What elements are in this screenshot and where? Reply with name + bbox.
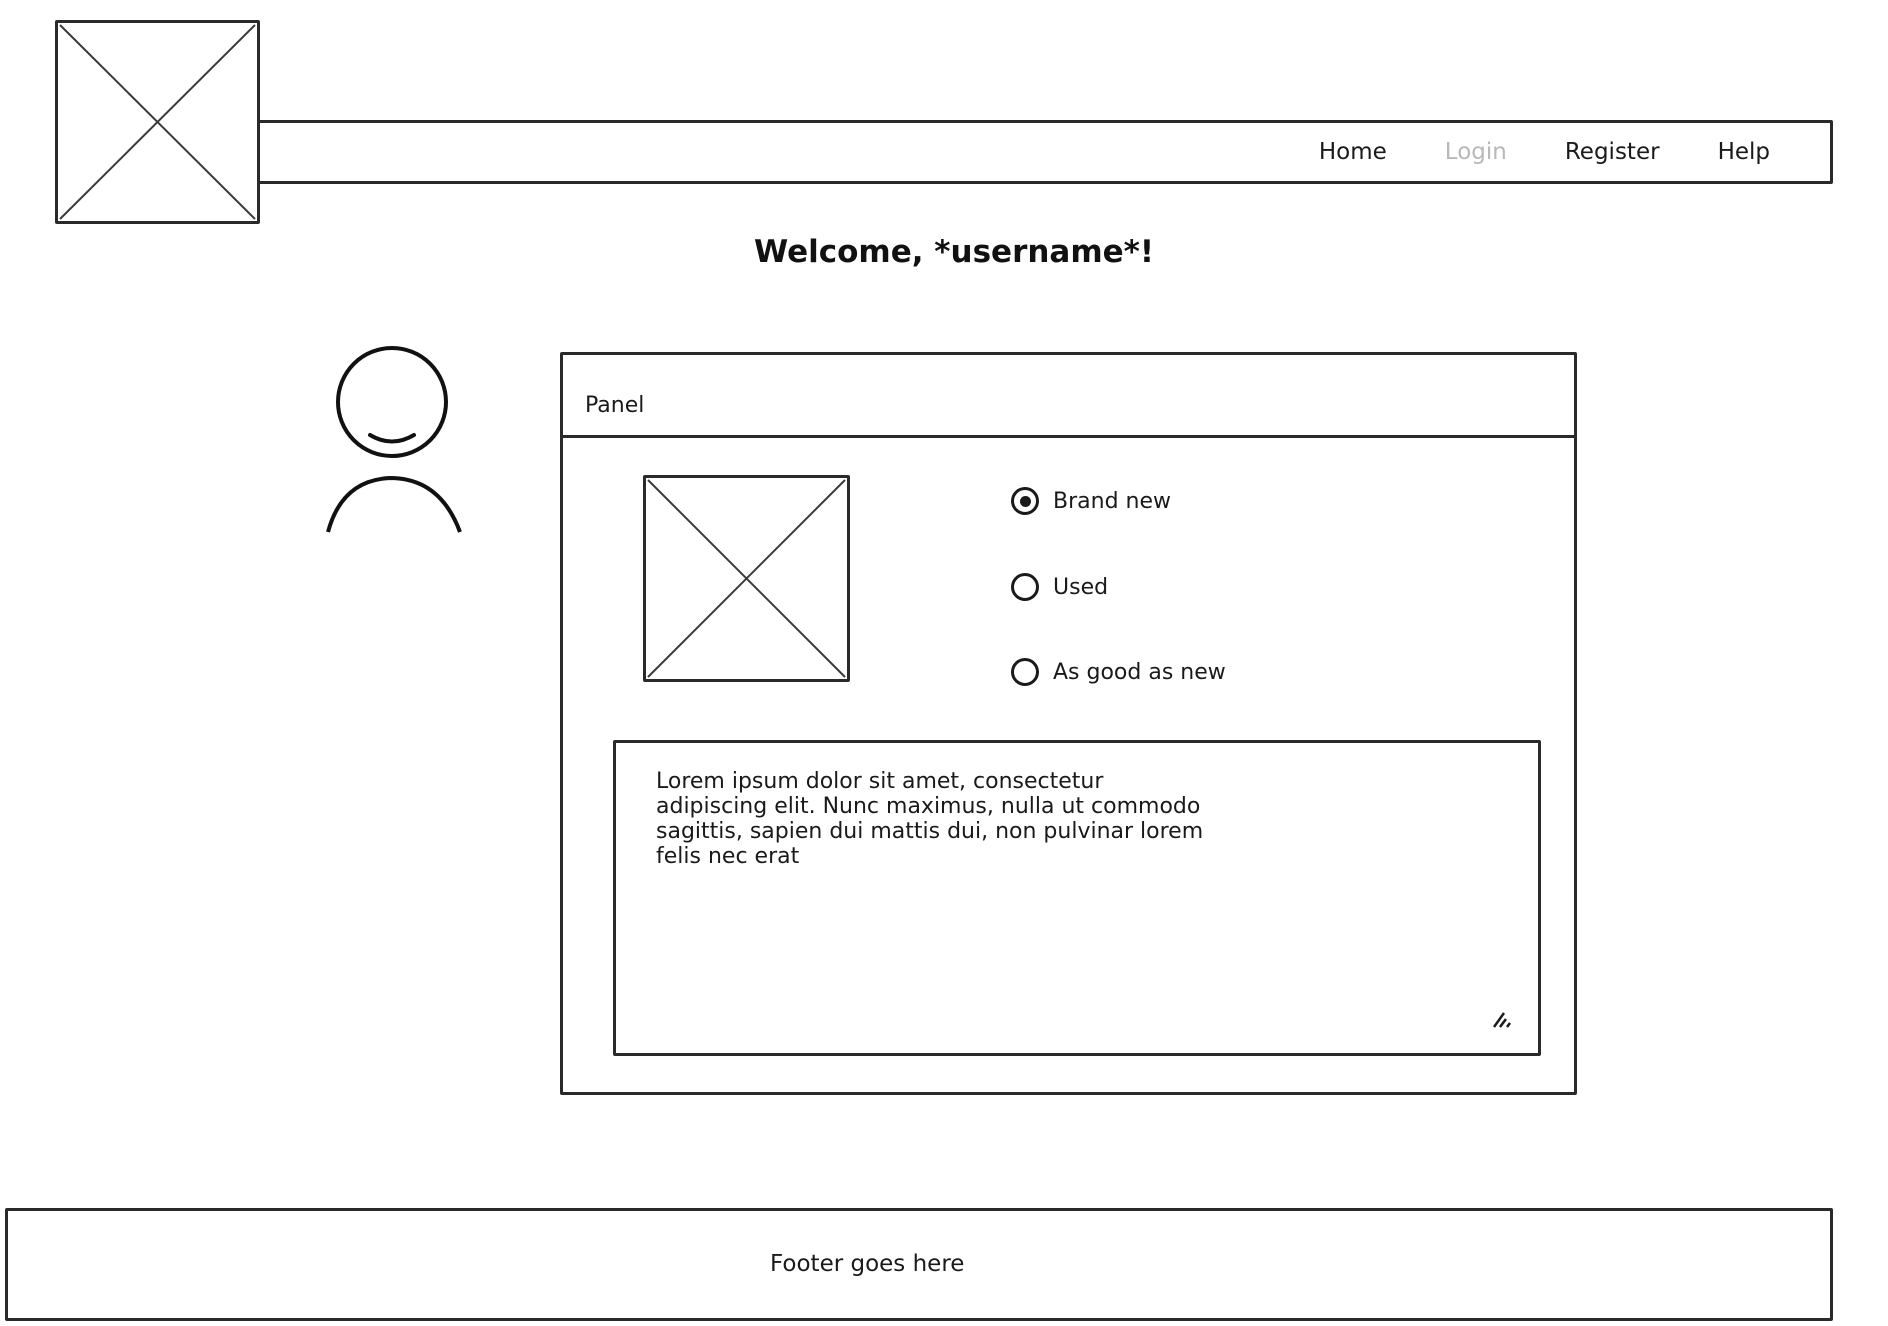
- logo-placeholder: [55, 20, 260, 224]
- navbar: Home Login Register Help: [257, 120, 1833, 184]
- panel-title: Panel: [585, 393, 645, 418]
- radio-label: Used: [1053, 574, 1109, 600]
- welcome-title: Welcome, *username*!: [754, 234, 1155, 270]
- nav-help-link[interactable]: Help: [1718, 139, 1770, 165]
- panel-image-placeholder: [643, 475, 850, 682]
- radio-label: As good as new: [1053, 659, 1226, 685]
- nav-register-link[interactable]: Register: [1565, 139, 1660, 165]
- nav-login-link: Login: [1444, 139, 1507, 165]
- radio-label: Brand new: [1053, 488, 1171, 514]
- radio-option-as-good-as-new[interactable]: As good as new: [1011, 658, 1226, 686]
- textarea-content[interactable]: Lorem ipsum dolor sit amet, consectetur …: [656, 769, 1216, 869]
- radio-option-brand-new[interactable]: Brand new: [1011, 487, 1171, 515]
- image-placeholder-icon: [647, 479, 846, 678]
- footer-text: Footer goes here: [770, 1251, 965, 1277]
- radio-option-used[interactable]: Used: [1011, 573, 1108, 601]
- panel: Panel Brand new Used As good as new Lore…: [560, 352, 1577, 1095]
- nav-links: Home Login Register Help: [1319, 123, 1770, 181]
- image-placeholder-icon: [59, 24, 256, 220]
- resize-handle-icon[interactable]: [1492, 1009, 1514, 1029]
- footer: Footer goes here: [5, 1208, 1833, 1321]
- user-avatar-icon: [326, 346, 462, 533]
- user-avatar: [322, 340, 472, 540]
- radio-dot-icon: [1019, 495, 1031, 507]
- panel-header: Panel: [563, 355, 1574, 438]
- radio-unselected-icon[interactable]: [1011, 573, 1039, 601]
- nav-home-link[interactable]: Home: [1319, 139, 1387, 165]
- description-textarea[interactable]: Lorem ipsum dolor sit amet, consectetur …: [613, 740, 1541, 1056]
- radio-unselected-icon[interactable]: [1011, 658, 1039, 686]
- radio-selected-icon[interactable]: [1011, 487, 1039, 515]
